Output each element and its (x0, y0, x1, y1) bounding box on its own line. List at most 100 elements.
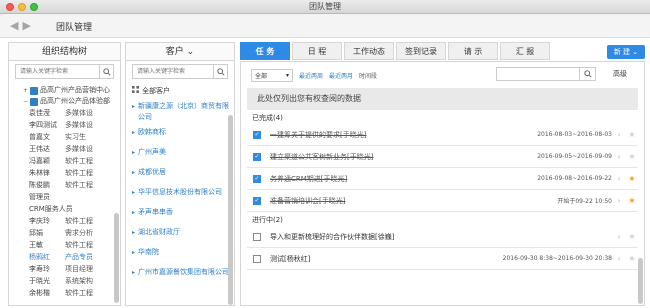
customer-name: 华平信息技术股份有限公司 (138, 188, 223, 196)
bullet-icon: ▸ (132, 129, 136, 136)
bullet-icon: ▸ (132, 229, 136, 236)
tab-checkin[interactable]: 签到记录 (396, 42, 446, 60)
member-item[interactable]: 王敏 软件工程 (9, 239, 120, 251)
star-icon[interactable]: ★ (626, 130, 638, 139)
customer-item[interactable]: ▸ 欧韩商标 (126, 125, 234, 145)
member-item[interactable]: 王伟达 多媒体设 (9, 143, 120, 155)
search-icon[interactable] (579, 68, 595, 80)
task-title[interactable]: 一建筹关于提供的要求[手晓光] (270, 130, 502, 140)
task-row[interactable]: ✓ 建立渠道公共客树新业务[于晓光] 2016-09-05~2016-09-09… (247, 146, 638, 168)
member-item[interactable]: 管理员 (9, 191, 120, 203)
back-arrow-icon[interactable]: ◀ (10, 19, 22, 32)
member-role: 产品专员 (65, 253, 93, 261)
star-icon[interactable]: ★ (626, 174, 638, 183)
task-scrollbar[interactable] (638, 258, 643, 304)
member-item[interactable]: 邱娟 需求分析 (9, 227, 120, 239)
chevron-right-icon[interactable]: › (612, 175, 626, 183)
customer-item[interactable]: ▸ 湖北省财政厅 (126, 225, 234, 245)
collapse-icon[interactable]: − (23, 96, 30, 107)
tree-node[interactable]: − 品高广州公产品体验部 (23, 96, 120, 107)
customer-scrollbar[interactable] (228, 115, 233, 305)
customer-item[interactable]: ▸ 新疆康之源（北京）商贸有限公司 (126, 99, 234, 125)
tab-tasks[interactable]: 任 务 (240, 42, 290, 60)
chevron-right-icon[interactable]: › (612, 255, 626, 263)
org-icon (30, 97, 38, 106)
task-row[interactable]: 导入和更新梳理好的合作伙伴数据[徐巍] › ★ (247, 226, 638, 248)
tab-activity[interactable]: 工作动态 (344, 42, 394, 60)
org-scrollbar[interactable] (114, 213, 119, 303)
star-icon[interactable]: ★ (626, 152, 638, 161)
tab-schedule[interactable]: 日 程 (292, 42, 342, 60)
star-icon[interactable]: ★ (626, 232, 638, 241)
chevron-right-icon[interactable]: › (612, 131, 626, 139)
customer-item[interactable]: ▸ 矛声串串香 (126, 205, 234, 225)
task-checkbox[interactable]: ✓ (253, 130, 261, 139)
chevron-right-icon[interactable]: › (612, 233, 626, 241)
customer-dropdown[interactable]: 客户 ⌄ (126, 43, 234, 61)
all-customers-item[interactable]: 全部客户 (126, 83, 234, 99)
task-row[interactable]: ✓ 一建筹关于提供的要求[手晓光] 2016-08-03~2016-08-03 … (247, 124, 638, 146)
task-title[interactable]: 测试[杨秋红] (270, 254, 472, 264)
task-checkbox[interactable]: ✓ (253, 174, 261, 183)
task-title[interactable]: 务养通CRM期进[于晓光] (270, 174, 502, 184)
task-row[interactable]: ✓ 准备营销培训会[手晓光] 开始于09-22 10:50 › ★ (247, 190, 638, 212)
org-tree-title: 组织结构树 (9, 43, 120, 61)
tree-node[interactable]: + 品高广州产品营销中心 (23, 85, 120, 96)
chevron-right-icon[interactable]: › (612, 153, 626, 161)
task-row[interactable]: 测试[杨秋红] 2016-09-30 8:38~2016-09-30 20:38… (247, 248, 638, 270)
star-icon[interactable]: ★ (626, 196, 638, 205)
member-item[interactable]: CRM服务人员 (9, 203, 120, 215)
member-item[interactable]: 李四测试 多媒体设 (9, 119, 120, 131)
tab-reports[interactable]: 汇 报 (500, 42, 550, 60)
expand-icon[interactable]: + (23, 85, 30, 96)
member-item[interactable]: 朱林锋 软件工程 (9, 167, 120, 179)
filter-time-range[interactable]: 时间段 (359, 71, 377, 80)
group-completed-header[interactable]: 已完成(4) (247, 112, 638, 124)
member-item[interactable]: 余彬楷 软件工程 (9, 287, 120, 299)
task-row[interactable]: ✓ 务养通CRM期进[于晓光] 2016-09-08~2016-09-22 › … (247, 168, 638, 190)
task-checkbox[interactable]: ✓ (253, 152, 261, 161)
filter-recent-two-months[interactable]: 最近两月 (329, 71, 353, 80)
org-tree-panel: 组织结构树 + 品高广州产品营销中心 − 品高广州公产品体验部 袁佳滢多媒体设 … (8, 42, 121, 306)
tab-requests[interactable]: 请 示 (448, 42, 498, 60)
new-button[interactable]: 新 建 ⌄ (607, 45, 645, 59)
task-checkbox[interactable]: ✓ (253, 196, 261, 205)
customer-panel: 客户 ⌄ 全部客户 ▸新疆康之源（北京）商贸有限公司 ▸欧韩商标 ▸广州声美 ▸… (125, 42, 235, 306)
task-title[interactable]: 导入和更新梳理好的合作伙伴数据[徐巍] (270, 232, 502, 242)
bullet-icon: ▸ (132, 149, 136, 156)
customer-item[interactable]: ▸ 广州市嘉源餐饮集团有限公司 (126, 265, 234, 285)
task-search-input[interactable] (496, 67, 596, 81)
scope-select[interactable]: 全部 ▾ (251, 68, 293, 82)
member-item[interactable]: 曾嘉文 实习生 (9, 131, 120, 143)
forward-arrow-icon[interactable]: ▶ (22, 19, 34, 32)
task-checkbox[interactable] (253, 232, 261, 241)
customer-item[interactable]: ▸ 广州声美 (126, 145, 234, 165)
member-role: 多媒体设 (65, 121, 93, 129)
member-item[interactable]: 杨鸦红 产品专员 (9, 251, 120, 263)
task-title[interactable]: 准备营销培训会[手晓光] (270, 196, 502, 206)
member-list: 袁佳滢 多媒体设 李四测试 多媒体设 曾嘉文 实习生 王伟达 多媒体设 冯嘉颖 软件工程 … (9, 107, 120, 299)
member-item[interactable]: 于晓光 系统架构 (9, 275, 120, 287)
member-item[interactable]: 冯嘉颖 软件工程 (9, 155, 120, 167)
member-name: 余彬楷 (29, 289, 50, 297)
member-item[interactable]: 袁佳滢 多媒体设 (9, 107, 120, 119)
tree-node-label: 品高广州产品营销中心 (40, 86, 110, 94)
customer-item[interactable]: ▸ 华南院 (126, 245, 234, 265)
chevron-right-icon[interactable]: › (612, 197, 626, 205)
member-item[interactable]: 李寿玲 项目经理 (9, 263, 120, 275)
search-icon[interactable] (213, 65, 227, 78)
task-checkbox[interactable] (253, 254, 261, 263)
customer-item[interactable]: ▸ 华平信息技术股份有限公司 (126, 185, 234, 205)
member-role: 软件工程 (65, 169, 93, 177)
bullet-icon: ▸ (132, 103, 136, 110)
task-title[interactable]: 建立渠道公共客树新业务[于晓光] (270, 152, 502, 162)
advanced-search-link[interactable]: 高级 (613, 69, 627, 79)
member-item[interactable]: 陈俊鹏 软件工程 (9, 179, 120, 191)
star-icon[interactable]: ★ (626, 254, 638, 263)
member-item[interactable]: 李庆玲 软件工程 (9, 215, 120, 227)
group-in-progress-header[interactable]: 进行中(2) (247, 214, 638, 226)
customer-item[interactable]: ▸ 成都优居 (126, 165, 234, 185)
member-name: 曾嘉文 (29, 133, 50, 141)
filter-recent-two-weeks[interactable]: 最近两周 (299, 71, 323, 80)
search-icon[interactable] (99, 65, 113, 78)
